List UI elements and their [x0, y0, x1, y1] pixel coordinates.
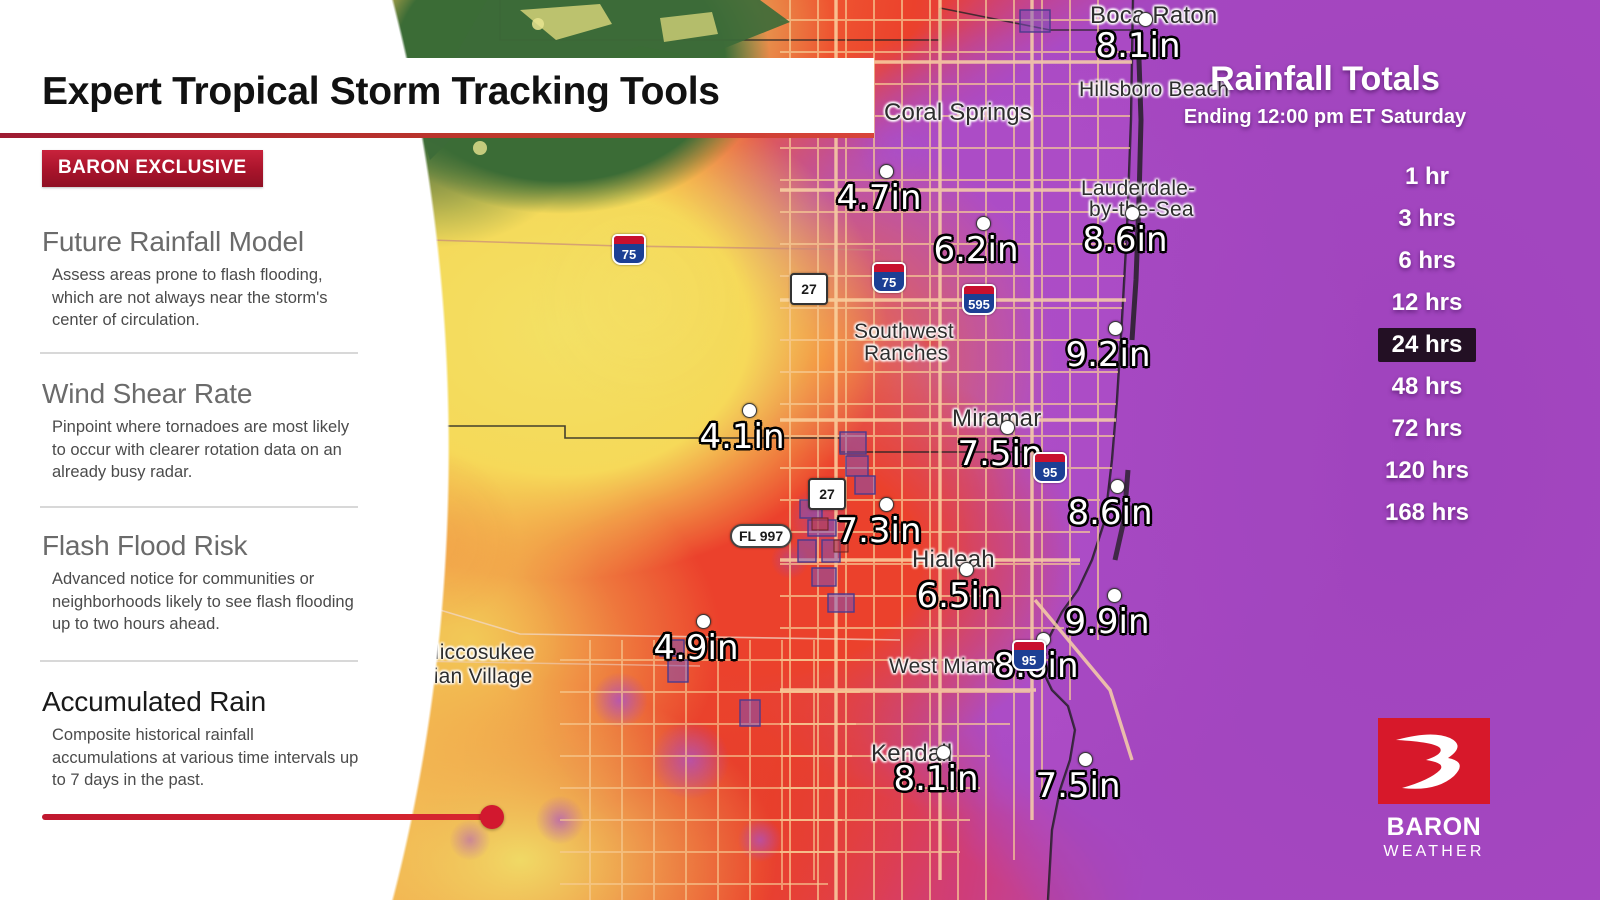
map-place-label: Hillsboro Beach [1079, 78, 1230, 101]
feature-divider [40, 352, 358, 354]
observation-value: 7.5in [957, 434, 1043, 474]
observation-point-icon [879, 164, 894, 179]
legend-interval-label: 24 hrs [1377, 328, 1477, 362]
observation-point-icon [742, 403, 757, 418]
legend-interval-3-hrs[interactable]: 3 hrs [1337, 202, 1517, 236]
observation-value: 7.3in [836, 511, 922, 551]
map-place-label: Coral Springs [884, 99, 1032, 126]
shield-number: 595 [968, 297, 990, 312]
logo-wordmark: BARON [1386, 813, 1482, 841]
map-place-label: Hialeah [912, 546, 995, 573]
legend-interval-12-hrs[interactable]: 12 hrs [1337, 286, 1517, 320]
feature-title: Future Rainfall Model [42, 226, 304, 257]
map-place-label: Miramar [952, 405, 1042, 432]
observation-value: 6.2in [933, 230, 1019, 270]
feature-wind-shear-rate[interactable]: Wind Shear Rate Pinpoint where tornadoes… [42, 378, 362, 484]
observation-value: 7.5in [1035, 766, 1121, 806]
feature-body: Assess areas prone to flash flooding, wh… [52, 266, 328, 329]
legend-interval-label: 120 hrs [1384, 457, 1470, 484]
observation-point-icon [1138, 12, 1153, 27]
highway-shield-i-75: 75 [872, 262, 906, 293]
weather-graphic: Boca Raton Hillsboro Beach Coral Springs La… [0, 0, 1600, 900]
highway-shield-i-95: 95 [1033, 452, 1067, 483]
shield-number: 27 [801, 281, 817, 297]
observation-point-icon [1107, 588, 1122, 603]
feature-divider [40, 506, 358, 508]
legend-interval-label: 1 hr [1404, 163, 1449, 190]
observation-point-icon [1110, 479, 1125, 494]
legend-interval-120-hrs[interactable]: 120 hrs [1337, 454, 1517, 488]
observation-value: 8.1in [893, 759, 979, 799]
observation-point-icon [1000, 420, 1015, 435]
observation-value: 6.5in [916, 576, 1002, 616]
legend-interval-label: 12 hrs [1391, 289, 1463, 316]
observation-point-icon [1125, 206, 1140, 221]
observation-value: 8.6in [1082, 220, 1168, 260]
feature-body: Pinpoint where tornadoes are most likely… [52, 418, 350, 481]
highway-shield-us-27: 27 [790, 273, 828, 305]
legend-interval-1-hr[interactable]: 1 hr [1337, 160, 1517, 194]
legend-interval-label: 72 hrs [1391, 415, 1463, 442]
legend-interval-label: 6 hrs [1398, 247, 1456, 274]
map-place-label: Southwest [854, 320, 954, 343]
feature-divider [40, 660, 358, 662]
observation-value: 8.6in [1067, 493, 1153, 533]
title-underline [0, 133, 874, 138]
feature-accumulated-rain[interactable]: Accumulated Rain Composite historical ra… [42, 686, 362, 792]
feature-title: Flash Flood Risk [42, 530, 248, 561]
observation-point-icon [879, 497, 894, 512]
legend-interval-48-hrs[interactable]: 48 hrs [1337, 370, 1517, 404]
page-title: Expert Tropical Storm Tracking Tools [42, 70, 720, 113]
highway-shield-i-75: 75 [612, 234, 646, 265]
observation-value: 9.2in [1065, 335, 1151, 375]
highway-shield-i-95: 95 [1012, 640, 1046, 671]
feature-future-rainfall-model[interactable]: Future Rainfall Model Assess areas prone… [42, 226, 362, 332]
legend-interval-72-hrs[interactable]: 72 hrs [1337, 412, 1517, 446]
highway-shield-us-27: 27 [808, 478, 846, 510]
observation-point-icon [1078, 752, 1093, 767]
observation-point-icon [976, 216, 991, 231]
observation-point-icon [936, 745, 951, 760]
feature-flash-flood-risk[interactable]: Flash Flood Risk Advanced notice for com… [42, 530, 362, 636]
feature-title: Wind Shear Rate [42, 378, 253, 409]
timeline-slider-track[interactable] [42, 814, 494, 820]
logo-subwordmark: WEATHER [1383, 843, 1485, 860]
shield-number: 95 [1042, 465, 1058, 480]
legend-interval-168-hrs[interactable]: 168 hrs [1337, 496, 1517, 530]
map-place-label: by-the-Sea [1089, 198, 1194, 221]
observation-value: 8.1in [1095, 26, 1181, 66]
baron-weather-logo: BARON WEATHER [1378, 718, 1490, 861]
observation-point-icon [1108, 321, 1123, 336]
legend-interval-6-hrs[interactable]: 6 hrs [1337, 244, 1517, 278]
baron-b-mark-icon [1378, 718, 1490, 804]
observation-point-icon [696, 614, 711, 629]
map-place-label: West Miami [889, 655, 1001, 678]
legend-interval-label: 168 hrs [1384, 499, 1470, 526]
timeline-slider-knob[interactable] [480, 805, 504, 829]
map-place-label: Ranches [864, 342, 949, 365]
observation-point-icon [959, 562, 974, 577]
shield-number: 75 [881, 275, 897, 290]
highway-shield-fl-FL997: FL 997 [730, 524, 793, 548]
shield-number: 27 [819, 486, 835, 502]
feature-body: Advanced notice for communities or neigh… [52, 570, 354, 633]
legend-interval-label: 3 hrs [1398, 205, 1456, 232]
legend-interval-24-hrs[interactable]: 24 hrs [1337, 328, 1517, 362]
observation-value: 4.7in [836, 178, 922, 218]
highway-shield-i-595: 595 [962, 284, 996, 315]
observation-value: 4.9in [653, 628, 739, 668]
legend-interval-label: 48 hrs [1391, 373, 1463, 400]
shield-number: 95 [1021, 653, 1037, 668]
feature-body: Composite historical rainfall accumulati… [52, 726, 359, 789]
observation-value: 4.1in [699, 417, 785, 457]
observation-value: 9.9in [1064, 602, 1150, 642]
shield-number: 75 [621, 247, 637, 262]
exclusive-badge: BARON EXCLUSIVE [42, 150, 263, 187]
feature-title: Accumulated Rain [42, 686, 267, 717]
